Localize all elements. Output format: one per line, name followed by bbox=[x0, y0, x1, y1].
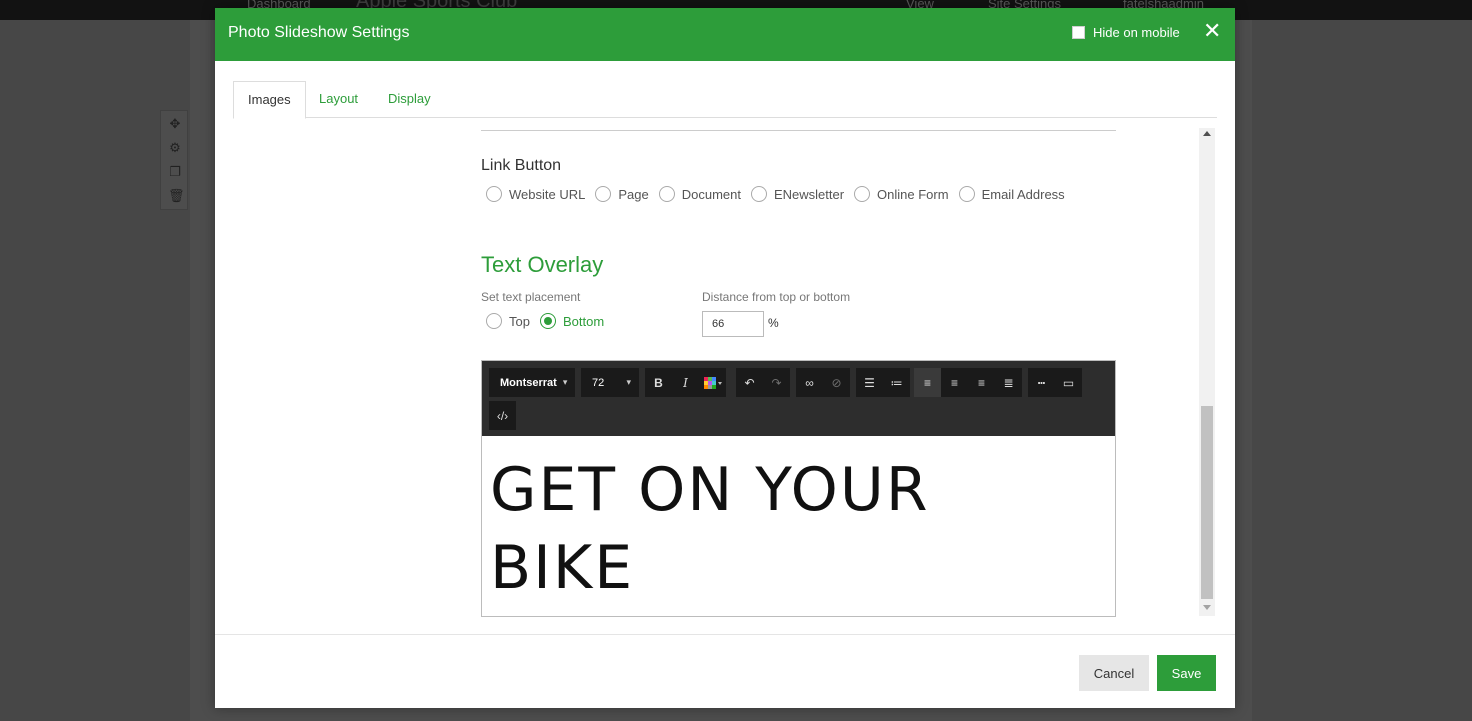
link-button-label: Link Button bbox=[481, 157, 562, 174]
bold-icon[interactable]: B bbox=[645, 368, 672, 397]
radio-circle[interactable] bbox=[486, 186, 502, 202]
code-view-icon[interactable]: ‹/› bbox=[489, 401, 516, 430]
save-button[interactable]: Save bbox=[1157, 655, 1216, 691]
horizontal-rule-icon[interactable]: ▭ bbox=[1055, 368, 1082, 397]
tab-display[interactable]: Display bbox=[374, 81, 445, 118]
align-right-icon[interactable]: ≡ bbox=[968, 368, 995, 397]
radio-circle[interactable] bbox=[486, 313, 502, 329]
radio-label: Online Form bbox=[877, 186, 949, 202]
hide-on-mobile-checkbox[interactable] bbox=[1072, 26, 1085, 39]
ordered-list-icon[interactable]: ☰ bbox=[856, 368, 883, 397]
list-group: ☰ ≔ bbox=[856, 368, 910, 397]
trash-icon[interactable]: 🗑 bbox=[168, 189, 185, 203]
hide-on-mobile-label: Hide on mobile bbox=[1093, 25, 1180, 40]
unlink-icon[interactable]: ⊘ bbox=[823, 368, 850, 397]
scrollbar-thumb[interactable] bbox=[1201, 406, 1213, 599]
radio-circle[interactable] bbox=[658, 186, 675, 202]
radio-top[interactable]: Top bbox=[486, 313, 530, 329]
modal-footer: Cancel Save bbox=[215, 634, 1235, 708]
radio-label: Top bbox=[509, 313, 530, 329]
format-group: B I bbox=[645, 368, 726, 397]
chevron-down-icon: ▾ bbox=[626, 377, 631, 387]
radio-enewsletter[interactable]: ENewsletter bbox=[750, 186, 845, 202]
link-icon[interactable]: ∞ bbox=[796, 368, 823, 397]
align-left-icon[interactable]: ≡ bbox=[914, 368, 941, 397]
radio-email-address[interactable]: Email Address bbox=[958, 186, 1065, 202]
link-button-options: Website URL Page Document ENewsletter On… bbox=[486, 186, 1075, 202]
unordered-list-icon[interactable]: ≔ bbox=[883, 368, 910, 397]
font-family-value: Montserrat bbox=[500, 376, 557, 389]
radio-circle[interactable] bbox=[595, 186, 612, 202]
radio-label: Page bbox=[618, 186, 649, 202]
radio-label: Email Address bbox=[981, 186, 1065, 202]
previous-field-border bbox=[481, 129, 1116, 131]
text-overlay-title: Text Overlay bbox=[481, 252, 604, 277]
tab-layout[interactable]: Layout bbox=[305, 81, 372, 118]
font-size-select[interactable]: 72 ▾ bbox=[581, 368, 639, 397]
radio-label: ENewsletter bbox=[773, 186, 845, 202]
editor-line: BIKE bbox=[490, 533, 635, 603]
gear-icon[interactable]: ⚙ bbox=[168, 141, 182, 155]
insert-group: ┅ ▭ bbox=[1028, 368, 1082, 397]
scroll-up-icon[interactable] bbox=[1203, 131, 1211, 136]
font-size-value: 72 bbox=[592, 376, 605, 389]
radio-online-form[interactable]: Online Form bbox=[854, 186, 949, 202]
scroll-down-icon[interactable] bbox=[1203, 605, 1211, 610]
photo-slideshow-settings-modal: Photo Slideshow Settings Hide on mobile … bbox=[215, 8, 1235, 708]
radio-label: Website URL bbox=[509, 186, 586, 202]
images-tab-panel: Link Button Website URL Page Document EN… bbox=[215, 129, 1215, 623]
distance-input[interactable]: 66 bbox=[702, 311, 764, 337]
panel-scrollbar[interactable] bbox=[1199, 128, 1215, 616]
radio-website-url[interactable]: Website URL bbox=[486, 186, 585, 202]
radio-circle[interactable] bbox=[958, 186, 975, 202]
editor-line: GET ON YOUR bbox=[490, 455, 930, 525]
rich-text-editor: Montserrat ▾ 72 ▾ B I ↶ ↷ ∞ ⊘ ☰ ≔ ≡ ≡ ≡ … bbox=[481, 360, 1116, 617]
cancel-button[interactable]: Cancel bbox=[1079, 655, 1149, 691]
font-family-select[interactable]: Montserrat ▾ bbox=[489, 368, 575, 397]
radio-circle[interactable] bbox=[750, 186, 767, 202]
percent-sign: % bbox=[768, 316, 779, 330]
distance-label: Distance from top or bottom bbox=[702, 290, 851, 304]
radio-circle-checked[interactable] bbox=[539, 313, 556, 329]
italic-icon[interactable]: I bbox=[672, 368, 699, 397]
radio-circle[interactable] bbox=[854, 186, 871, 202]
modal-header: Photo Slideshow Settings Hide on mobile … bbox=[215, 8, 1235, 61]
editor-content[interactable]: GET ON YOUR BIKE bbox=[490, 451, 1100, 607]
placement-options: Top Bottom bbox=[486, 313, 614, 329]
align-center-icon[interactable]: ≡ bbox=[941, 368, 968, 397]
color-palette-icon[interactable] bbox=[699, 368, 726, 397]
undo-icon[interactable]: ↶ bbox=[736, 368, 763, 397]
align-group: ≡ ≡ ≡ ≣ bbox=[914, 368, 1022, 397]
align-justify-icon[interactable]: ≣ bbox=[995, 368, 1022, 397]
editor-toolbar: Montserrat ▾ 72 ▾ B I ↶ ↷ ∞ ⊘ ☰ ≔ ≡ ≡ ≡ … bbox=[482, 361, 1115, 436]
chevron-down-icon: ▾ bbox=[562, 377, 568, 387]
modal-title: Photo Slideshow Settings bbox=[228, 24, 410, 41]
settings-tabs: Images Layout Display bbox=[233, 81, 1217, 119]
radio-document[interactable]: Document bbox=[658, 186, 741, 202]
radio-bottom[interactable]: Bottom bbox=[539, 313, 605, 329]
block-toolbar: ✥ ⚙ ❐ 🗑 bbox=[160, 110, 188, 210]
redo-icon[interactable]: ↷ bbox=[763, 368, 790, 397]
code-group: ‹/› bbox=[489, 401, 516, 430]
radio-label: Bottom bbox=[562, 313, 605, 329]
move-icon[interactable]: ✥ bbox=[168, 117, 182, 131]
link-group: ∞ ⊘ bbox=[796, 368, 850, 397]
hide-on-mobile-toggle[interactable]: Hide on mobile bbox=[1072, 25, 1180, 40]
radio-label: Document bbox=[681, 186, 741, 202]
radio-page[interactable]: Page bbox=[595, 186, 649, 202]
placement-label: Set text placement bbox=[481, 290, 581, 304]
tab-images[interactable]: Images bbox=[233, 81, 306, 119]
close-icon[interactable]: ✕ bbox=[1203, 18, 1221, 44]
history-group: ↶ ↷ bbox=[736, 368, 790, 397]
copy-icon[interactable]: ❐ bbox=[168, 165, 182, 179]
page-break-icon[interactable]: ┅ bbox=[1028, 368, 1055, 397]
